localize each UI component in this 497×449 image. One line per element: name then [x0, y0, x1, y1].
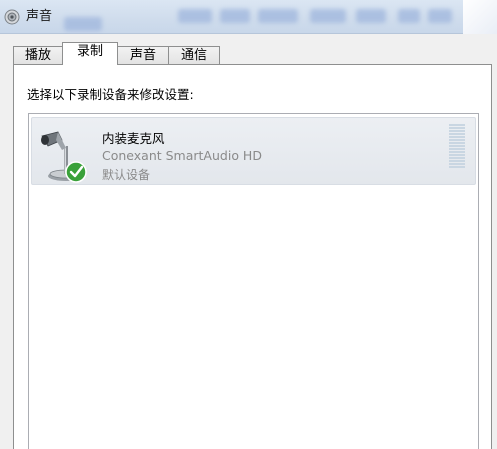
blurred-region	[220, 9, 250, 23]
window-corner	[463, 0, 497, 34]
dialog-client-area: 播放 录制 声音 通信 选择以下录制设备来修改设置: 内装麦克风 Conexan…	[0, 34, 497, 449]
recording-panel: 选择以下录制设备来修改设置: 内装麦克风 Conexant SmartAudio…	[13, 64, 492, 449]
meter-segment	[449, 151, 465, 153]
meter-segment	[449, 154, 465, 156]
recording-device-list[interactable]: 内装麦克风 Conexant SmartAudio HD 默认设备	[28, 113, 479, 449]
speaker-icon	[4, 9, 20, 25]
meter-segment	[449, 148, 465, 150]
meter-segment	[449, 133, 465, 135]
device-item-internal-microphone[interactable]: 内装麦克风 Conexant SmartAudio HD 默认设备	[31, 117, 476, 185]
device-name: 内装麦克风	[102, 131, 165, 146]
level-meter	[449, 124, 465, 172]
meter-segment	[449, 142, 465, 144]
tab-communications[interactable]: 通信	[168, 46, 220, 64]
tab-recording[interactable]: 录制	[62, 42, 118, 65]
blurred-region	[178, 9, 212, 23]
window-title: 声音	[26, 9, 53, 24]
meter-segment	[449, 127, 465, 129]
meter-segment	[449, 145, 465, 147]
meter-segment	[449, 130, 465, 132]
tab-playback[interactable]: 播放	[13, 46, 63, 64]
meter-segment	[449, 160, 465, 162]
device-driver: Conexant SmartAudio HD	[102, 148, 262, 163]
microphone-icon	[41, 131, 87, 183]
default-check-icon	[65, 161, 87, 183]
meter-segment	[449, 136, 465, 138]
meter-segment	[449, 139, 465, 141]
tab-label: 声音	[129, 48, 156, 63]
blurred-region	[398, 9, 420, 23]
blurred-region	[310, 9, 346, 23]
meter-segment	[449, 166, 465, 168]
instruction-text: 选择以下录制设备来修改设置:	[27, 87, 194, 102]
tab-label: 录制	[76, 44, 103, 59]
tab-label: 通信	[180, 48, 207, 63]
meter-segment	[449, 157, 465, 159]
title-bar[interactable]: 声音	[0, 0, 497, 34]
blurred-region	[64, 17, 102, 31]
blurred-region	[258, 9, 298, 23]
blurred-region	[428, 9, 452, 23]
meter-segment	[449, 163, 465, 165]
blurred-region	[356, 9, 386, 23]
meter-segment	[449, 124, 465, 126]
tab-sounds[interactable]: 声音	[117, 46, 169, 64]
tab-label: 播放	[24, 48, 51, 63]
device-status: 默认设备	[102, 168, 151, 182]
